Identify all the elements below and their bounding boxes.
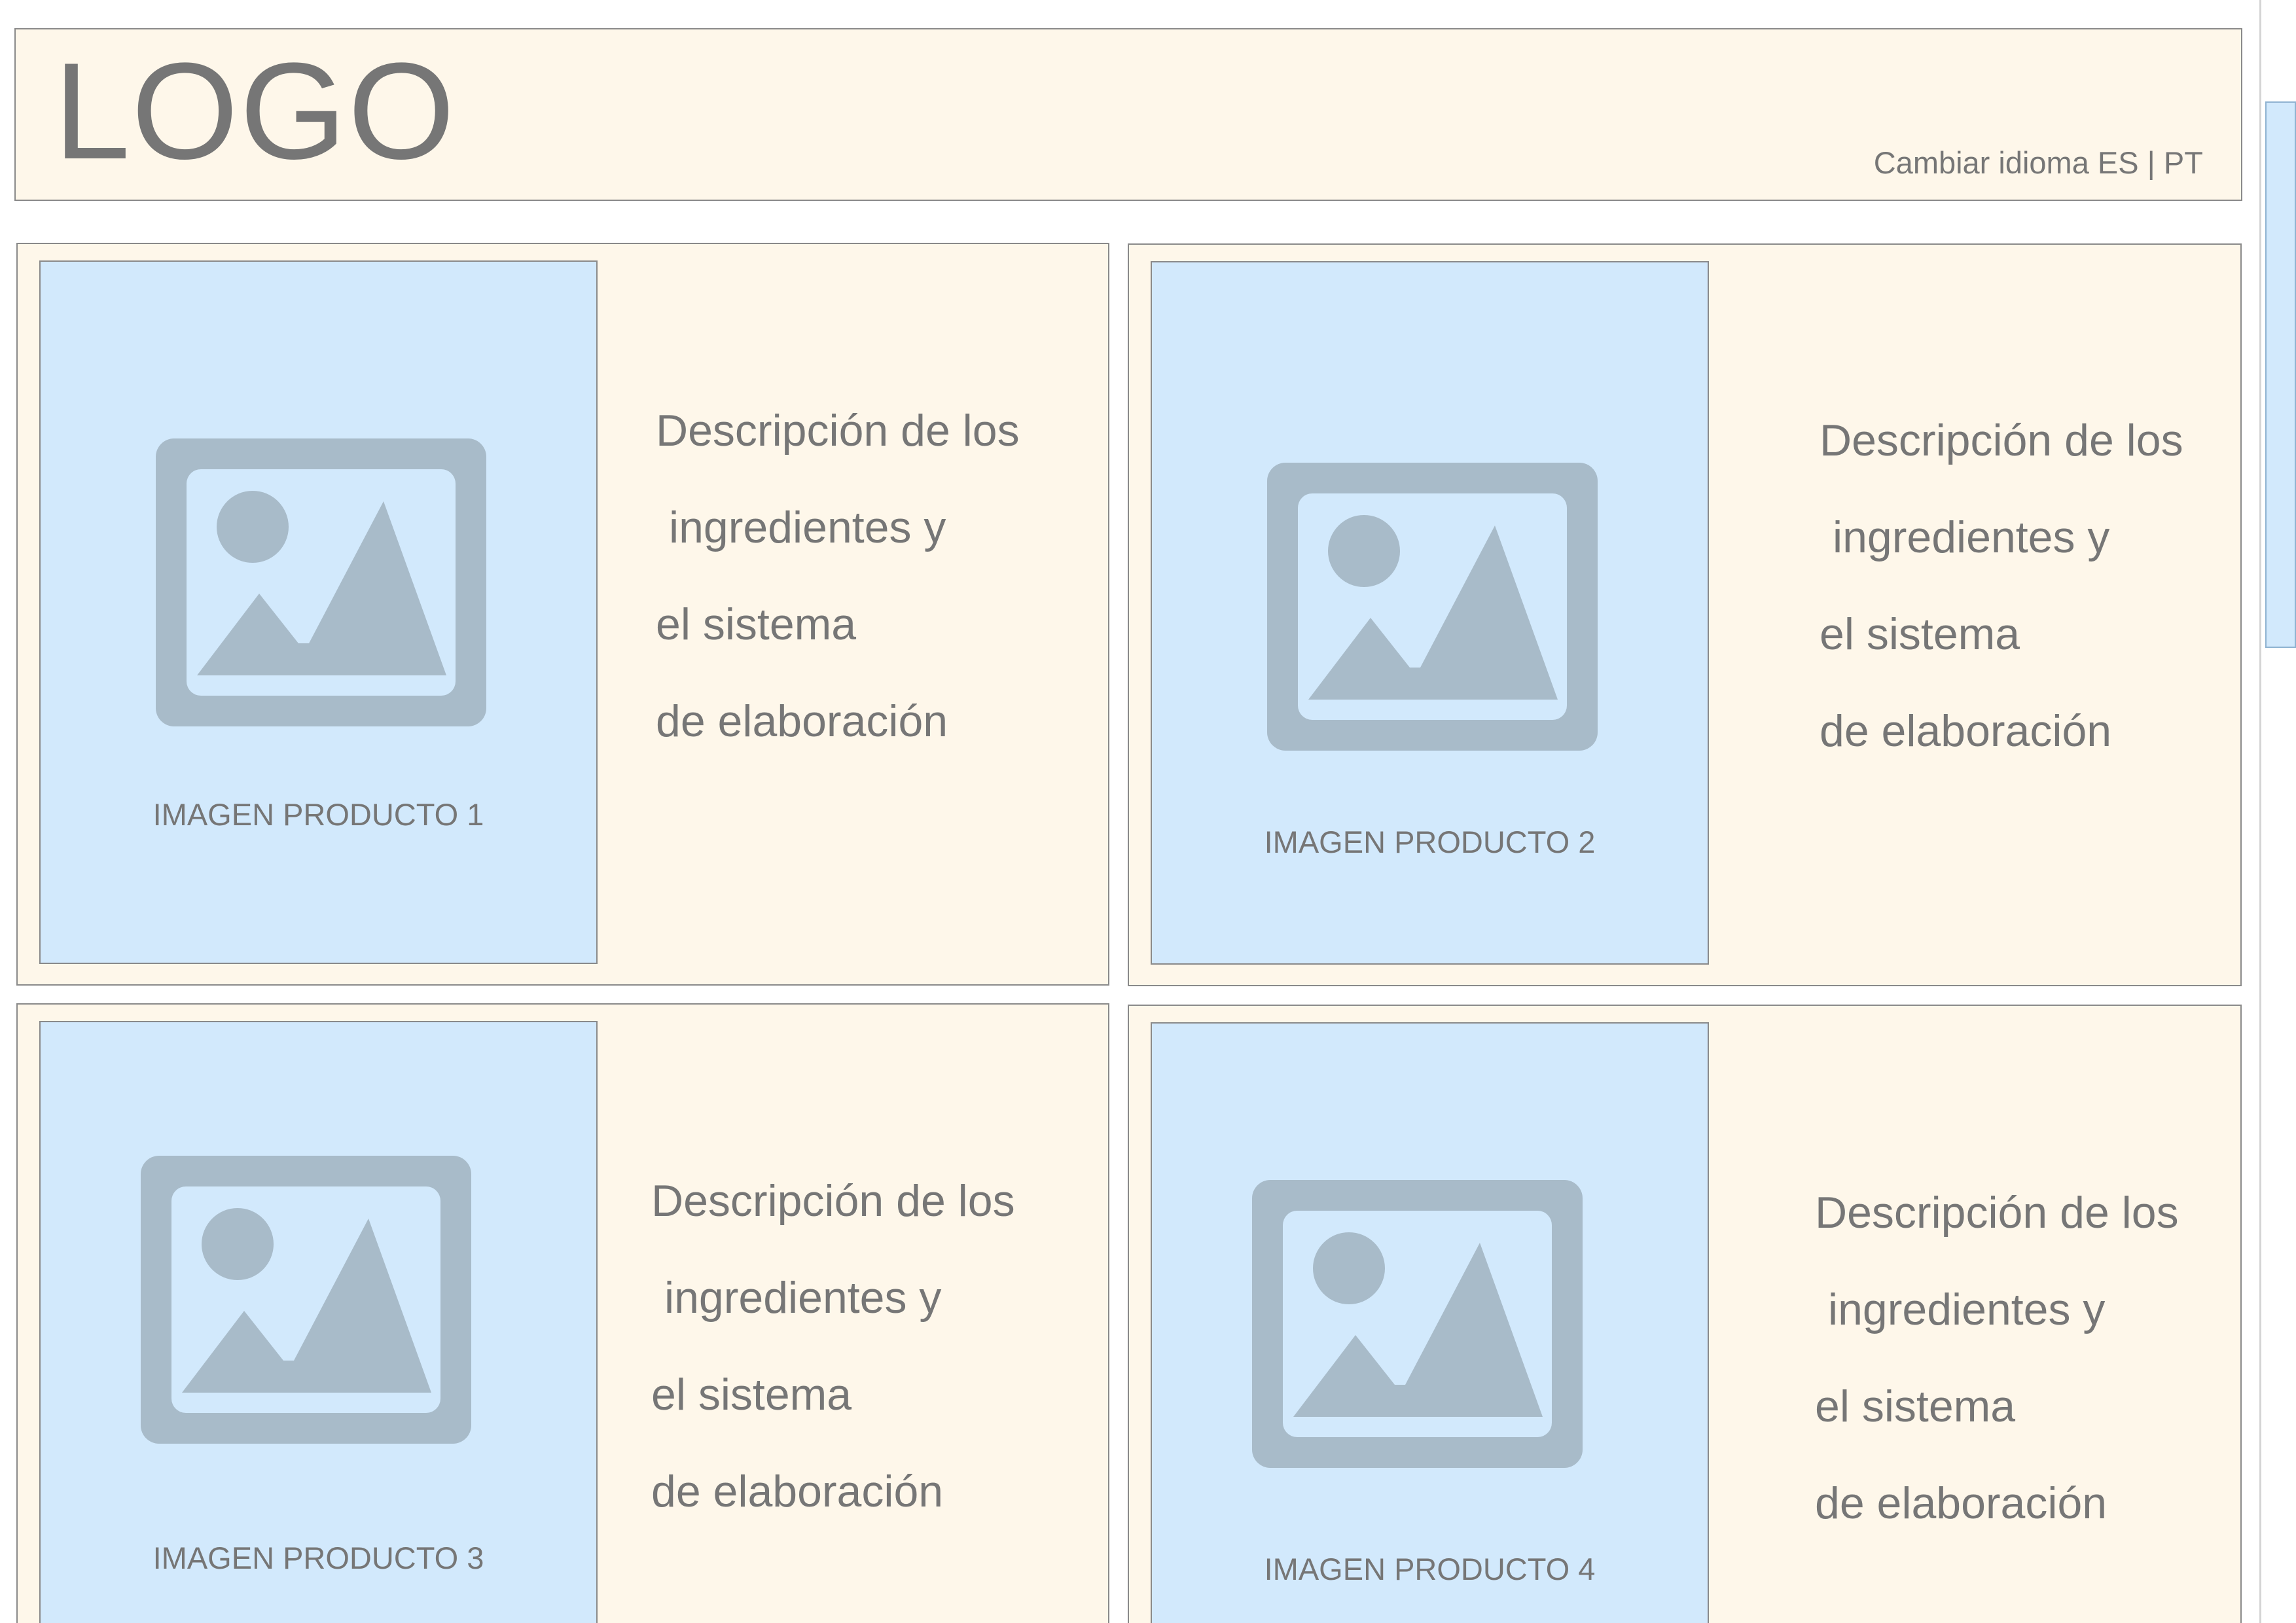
product-image-4: IMAGEN PRODUCTO 4 <box>1151 1022 1709 1623</box>
product-card-1: IMAGEN PRODUCTO 1 Descripción de los ing… <box>16 243 1109 986</box>
image-placeholder-icon <box>141 1156 471 1444</box>
product-description: Descripción de los ingredientes y el sis… <box>656 398 1020 785</box>
description-line: de elaboración <box>656 696 948 746</box>
language-switch[interactable]: Cambiar idioma ES | PT <box>1874 147 2203 178</box>
scrollbar-thumb[interactable] <box>2265 101 2296 648</box>
product-image-label: IMAGEN PRODUCTO 3 <box>152 1541 484 1575</box>
product-image-1: IMAGEN PRODUCTO 1 <box>39 260 598 964</box>
description-line: de elaboración <box>1820 706 2112 756</box>
image-placeholder-icon <box>1267 463 1598 751</box>
description-line: ingredientes y <box>1828 1285 2106 1334</box>
product-description: Descripción de los ingredientes y el sis… <box>1815 1180 2179 1567</box>
description-line: el sistema <box>1815 1382 2016 1431</box>
description-line: el sistema <box>1820 609 2020 659</box>
page: LOGO Cambiar idioma ES | PT IMAGEN PRODU… <box>0 0 2296 1623</box>
description-line: ingredientes y <box>669 503 946 552</box>
description-line: el sistema <box>651 1370 852 1419</box>
description-line: Descripción de los <box>1815 1188 2179 1238</box>
product-image-2: IMAGEN PRODUCTO 2 <box>1151 261 1709 965</box>
product-image-label: IMAGEN PRODUCTO 4 <box>1264 1552 1596 1586</box>
product-card-4: IMAGEN PRODUCTO 4 Descripción de los ing… <box>1128 1005 2242 1623</box>
description-line: Descripción de los <box>656 406 1020 455</box>
product-card-2: IMAGEN PRODUCTO 2 Descripción de los ing… <box>1128 243 2242 986</box>
description-line: ingredientes y <box>664 1273 942 1323</box>
description-line: Descripción de los <box>1820 416 2183 465</box>
product-description: Descripción de los ingredientes y el sis… <box>651 1168 1015 1556</box>
product-image-3: IMAGEN PRODUCTO 3 <box>39 1021 598 1623</box>
image-placeholder-icon <box>1252 1180 1583 1468</box>
description-line: de elaboración <box>651 1467 944 1516</box>
description-line: el sistema <box>656 599 857 649</box>
product-description: Descripción de los ingredientes y el sis… <box>1820 408 2183 795</box>
product-image-label: IMAGEN PRODUCTO 1 <box>152 797 484 832</box>
image-placeholder-icon <box>156 438 486 726</box>
scrollbar-track[interactable] <box>2259 0 2261 1623</box>
product-card-3: IMAGEN PRODUCTO 3 Descripción de los ing… <box>16 1003 1109 1623</box>
description-line: ingredientes y <box>1833 512 2110 562</box>
logo[interactable]: LOGO <box>54 43 456 180</box>
description-line: de elaboración <box>1815 1478 2108 1528</box>
description-line: Descripción de los <box>651 1176 1015 1226</box>
product-image-label: IMAGEN PRODUCTO 2 <box>1264 825 1596 859</box>
header: LOGO Cambiar idioma ES | PT <box>14 28 2242 201</box>
